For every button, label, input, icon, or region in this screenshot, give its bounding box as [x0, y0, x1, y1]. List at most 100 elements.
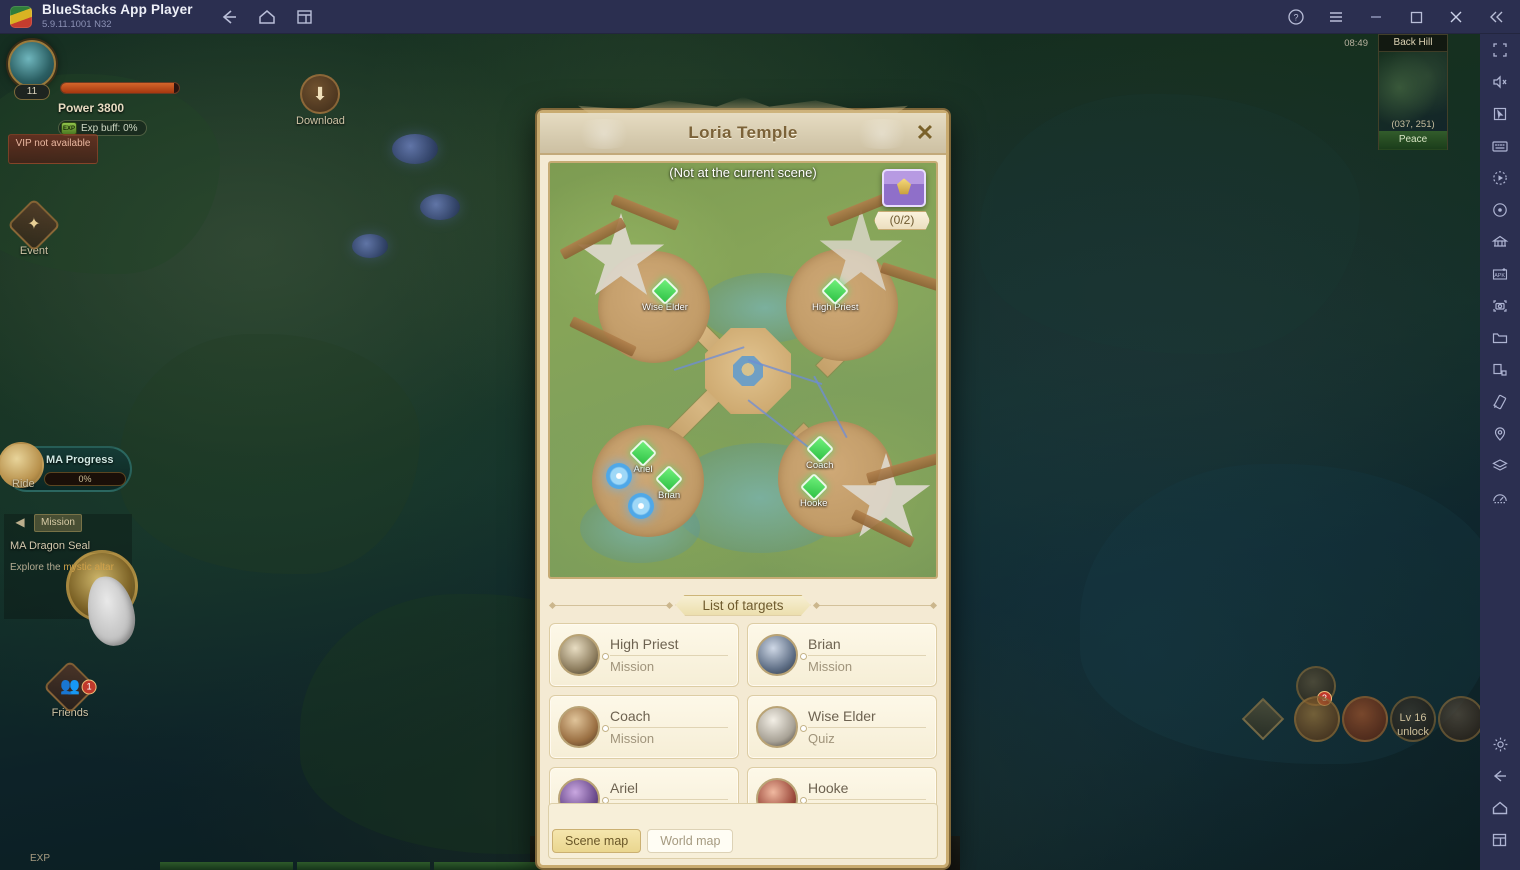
close-icon[interactable]: ✕ [912, 121, 938, 147]
back-icon[interactable] [219, 8, 239, 26]
target-row[interactable]: Brian Mission [747, 623, 937, 687]
multi-instance-icon[interactable] [295, 8, 315, 26]
tab-scene-map[interactable]: Scene map [552, 829, 642, 853]
macro-record-icon[interactable] [1480, 162, 1520, 194]
app-version: 5.9.11.1001 N32 [42, 18, 112, 30]
map-node-coach[interactable]: Coach [805, 434, 834, 471]
media-folder-icon[interactable] [1480, 322, 1520, 354]
foliage-blob [120, 334, 420, 574]
vip-banner[interactable]: VIP not available [8, 134, 98, 164]
minimap-region-name: Back Hill [1379, 35, 1447, 52]
ride-label: Ride [12, 478, 35, 490]
pointer-icon[interactable] [1480, 98, 1520, 130]
npc-marker-icon [799, 472, 828, 502]
power-label: Power 3800 [58, 101, 125, 115]
player-avatar[interactable] [8, 40, 56, 88]
back-icon[interactable] [1480, 760, 1520, 792]
target-name: High Priest [610, 636, 679, 652]
target-divider [602, 725, 728, 732]
mission-desc-link[interactable]: mystic altar [63, 562, 114, 573]
mute-icon[interactable] [1480, 66, 1520, 98]
recents-icon[interactable] [1480, 824, 1520, 856]
map-tab-group: Scene map World map [552, 829, 734, 853]
map-node-high-priest[interactable]: High Priest [812, 276, 858, 313]
settings-gear-icon[interactable] [1480, 728, 1520, 760]
titlebar-window-controls: ? [1286, 7, 1506, 27]
avatar [558, 634, 600, 676]
map-node-brian[interactable]: Brian [654, 464, 684, 501]
friends-icon: 👥 1 [43, 660, 97, 714]
exp-corner-label: EXP [30, 853, 51, 864]
skill-slot-3[interactable] [1438, 696, 1480, 742]
tab-world-map[interactable]: World map [647, 829, 734, 853]
npc-marker-icon [650, 276, 680, 306]
skill-slot-2[interactable] [1342, 696, 1388, 742]
bluestacks-sidebar: APK [1480, 34, 1520, 870]
exp-buff-label: Exp buff: 0% [81, 123, 138, 134]
ma-progress-widget[interactable]: MA Progress 0% Ride [0, 442, 132, 492]
menu-icon[interactable] [1326, 7, 1346, 27]
skill-slot-1[interactable] [1294, 696, 1340, 742]
minimize-icon[interactable] [1366, 7, 1386, 27]
target-name: Coach [610, 708, 651, 724]
game-viewport[interactable]: 11 Power 3800 EXP Exp buff: 0% VIP not a… [0, 34, 1480, 870]
app-title-block: BlueStacks App Player 5.9.11.1001 N32 [42, 3, 193, 29]
performance-icon[interactable] [1480, 482, 1520, 514]
multi-instance-manager-icon[interactable] [1480, 226, 1520, 258]
target-row[interactable]: Coach Mission [549, 695, 739, 759]
maximize-icon[interactable] [1406, 7, 1426, 27]
app-title: BlueStacks App Player [42, 2, 193, 18]
treasure-chest-icon[interactable] [882, 169, 926, 207]
npc-marker-icon [805, 434, 834, 464]
scene-map[interactable]: (Not at the current scene) (0/2) Wise El… [548, 161, 938, 579]
target-row[interactable]: Wise Elder Quiz [747, 695, 937, 759]
ma-progress-bar: 0% [44, 472, 126, 486]
target-type: Mission [610, 731, 655, 746]
home-icon[interactable] [257, 8, 277, 26]
map-node-ariel[interactable]: Ariel [628, 438, 658, 475]
home-icon[interactable] [1480, 792, 1520, 824]
collapse-arrow-icon[interactable]: ◀ [10, 514, 30, 532]
friends-badge: 1 [81, 679, 97, 695]
map-node-hooke[interactable]: Hooke [799, 472, 828, 509]
target-type: Mission [610, 659, 655, 674]
portal-icon[interactable] [606, 463, 632, 489]
targets-grid: High Priest Mission Brian Mission Coach … [549, 623, 937, 831]
health-bar-fill [61, 83, 175, 93]
minimap-canvas[interactable]: (037, 251) [1379, 52, 1447, 131]
avatar [756, 706, 798, 748]
rotate-icon[interactable] [1480, 354, 1520, 386]
install-apk-icon[interactable]: APK [1480, 258, 1520, 290]
help-icon[interactable]: ? [1286, 7, 1306, 27]
friends-button[interactable]: 👥 1 Friends [42, 660, 98, 719]
minimap[interactable]: Back Hill (037, 251) Peace [1378, 34, 1448, 150]
layers-icon[interactable] [1480, 450, 1520, 482]
screenshot-icon[interactable] [1480, 290, 1520, 322]
event-button[interactable]: ✦ Event [6, 198, 62, 257]
portal-icon[interactable] [628, 493, 654, 519]
lotus-flower [352, 234, 388, 258]
device-clock: 08:49 [1344, 38, 1368, 49]
target-meta: High Priest Mission [602, 634, 738, 676]
collapse-sidebar-icon[interactable] [1486, 7, 1506, 27]
script-icon[interactable] [1480, 194, 1520, 226]
svg-text:?: ? [1293, 12, 1298, 22]
skill-slot-locked[interactable]: Lv 16 unlock [1390, 696, 1436, 742]
list-title: List of targets [675, 594, 811, 616]
fullscreen-icon[interactable] [1480, 34, 1520, 66]
close-icon[interactable] [1446, 7, 1466, 27]
target-row[interactable]: High Priest Mission [549, 623, 739, 687]
location-icon[interactable] [1480, 418, 1520, 450]
avatar [558, 706, 600, 748]
npc-marker-icon [654, 464, 684, 494]
keyboard-icon[interactable] [1480, 130, 1520, 162]
mission-tab[interactable]: Mission [34, 514, 82, 532]
avatar [756, 634, 798, 676]
mission-description: Explore the mystic altar [10, 562, 130, 573]
target-meta: Wise Elder Quiz [800, 706, 936, 748]
shake-icon[interactable] [1480, 386, 1520, 418]
download-button[interactable]: ⬇ Download [296, 74, 345, 127]
mission-desc-prefix: Explore the [10, 562, 64, 573]
map-node-wise-elder[interactable]: Wise Elder [642, 276, 688, 313]
target-divider [800, 725, 926, 732]
